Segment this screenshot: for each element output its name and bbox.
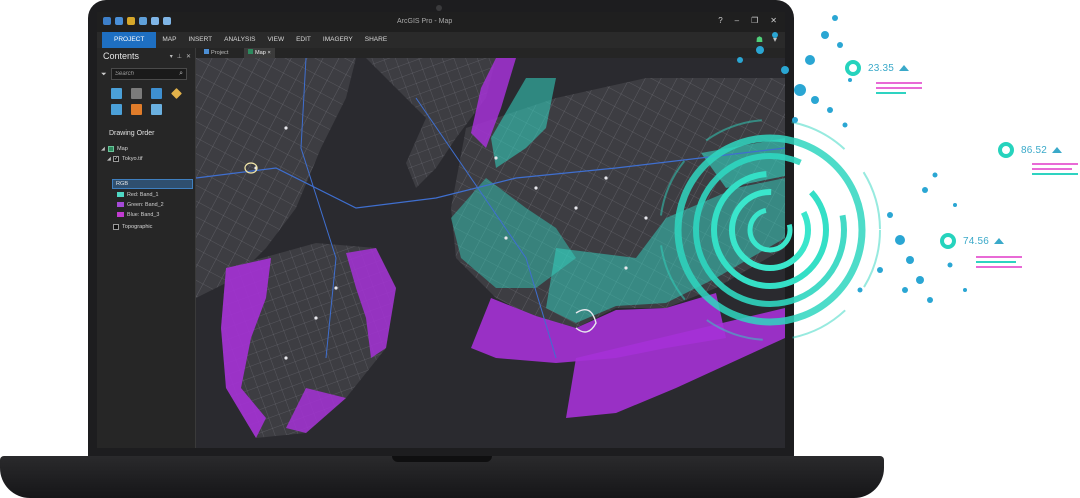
tree-label-layer: Tokyo.tif bbox=[122, 156, 143, 162]
basemap-visibility-checkbox[interactable] bbox=[113, 224, 119, 230]
drawing-order-label: Drawing Order bbox=[109, 130, 155, 137]
contents-title: Contents bbox=[103, 51, 140, 61]
camera-icon bbox=[436, 5, 442, 11]
contents-header: Contents ▾ ⊥ ✕ bbox=[97, 48, 195, 64]
minimize-icon[interactable]: – bbox=[735, 16, 739, 25]
project-icon bbox=[204, 49, 209, 54]
ring-icon bbox=[845, 60, 861, 76]
window-controls: ? – ❐ ✕ bbox=[718, 16, 777, 25]
tab-project-view-label: Project bbox=[211, 50, 229, 56]
trend-up-icon bbox=[1052, 147, 1063, 153]
band-swatch bbox=[117, 212, 124, 218]
band-swatch bbox=[117, 192, 124, 198]
ribbon-tabs: PROJECT MAP INSERT ANALYSIS VIEW EDIT IM… bbox=[97, 32, 785, 48]
laptop-notch bbox=[392, 456, 492, 462]
map-icon bbox=[108, 146, 114, 152]
metric-widget: 74.56 bbox=[940, 233, 1005, 249]
pin-icon[interactable]: ⊥ bbox=[177, 53, 182, 60]
tree-node-map[interactable]: ◢ Map bbox=[97, 144, 195, 154]
title-bar: ArcGIS Pro - Map ? – ❐ ✕ bbox=[97, 12, 785, 32]
signin-icon[interactable]: ☗ bbox=[756, 35, 763, 44]
window-title: ArcGIS Pro - Map bbox=[397, 18, 453, 25]
tab-map[interactable]: MAP bbox=[156, 32, 182, 48]
layer-tree: ◢ Map ◢ ✓ Tokyo.tif bbox=[97, 144, 195, 164]
close-icon[interactable]: ✕ bbox=[770, 16, 777, 25]
app-icon[interactable] bbox=[103, 17, 111, 25]
contents-search: ⌕ bbox=[111, 68, 187, 80]
view-tabs: Project Map × bbox=[196, 48, 785, 58]
tab-view[interactable]: VIEW bbox=[261, 32, 290, 48]
save-icon[interactable] bbox=[139, 17, 147, 25]
tab-project-view[interactable]: Project bbox=[200, 48, 232, 58]
pane-controls: ▾ ⊥ ✕ bbox=[170, 53, 191, 60]
tab-analysis[interactable]: ANALYSIS bbox=[218, 32, 261, 48]
metric-value: 74.56 bbox=[963, 236, 990, 247]
tab-insert[interactable]: INSERT bbox=[182, 32, 218, 48]
open-icon[interactable] bbox=[127, 17, 135, 25]
undo-icon[interactable] bbox=[151, 17, 159, 25]
list-by-perspective-icon[interactable] bbox=[151, 104, 162, 115]
tab-map-view[interactable]: Map × bbox=[244, 48, 275, 58]
layer-visibility-checkbox[interactable]: ✓ bbox=[113, 156, 119, 162]
tab-share[interactable]: SHARE bbox=[359, 32, 393, 48]
list-by-drawing-order-icon[interactable] bbox=[111, 88, 122, 99]
tab-project[interactable]: PROJECT bbox=[102, 32, 157, 48]
list-by-selection-icon[interactable] bbox=[151, 88, 162, 99]
search-icon[interactable]: ⌕ bbox=[179, 69, 183, 79]
band-blue: Blue: Band_3 bbox=[117, 211, 159, 219]
search-input[interactable] bbox=[112, 69, 178, 79]
metric-sparklines bbox=[1032, 163, 1078, 178]
tab-map-view-label: Map bbox=[255, 50, 266, 56]
app-window: ArcGIS Pro - Map ? – ❐ ✕ PROJECT MAP INS… bbox=[97, 12, 785, 448]
tree-label-map: Map bbox=[117, 146, 128, 152]
band-label: Green: Band_2 bbox=[127, 202, 164, 208]
ring-icon bbox=[940, 233, 956, 249]
pane-close-icon[interactable]: ✕ bbox=[186, 53, 191, 60]
metric-value: 23.35 bbox=[868, 63, 895, 74]
tree-node-basemap[interactable]: Topographic bbox=[97, 222, 195, 232]
collapse-icon[interactable]: ◢ bbox=[101, 147, 105, 152]
ribbon-menu-icon[interactable]: ▾ bbox=[773, 35, 777, 44]
band-green: Green: Band_2 bbox=[117, 201, 164, 209]
ring-icon bbox=[998, 142, 1014, 158]
restore-icon[interactable]: ❐ bbox=[751, 16, 758, 25]
tab-edit[interactable]: EDIT bbox=[290, 32, 317, 48]
redo-icon[interactable] bbox=[163, 17, 171, 25]
collapse-icon[interactable]: ◢ bbox=[107, 157, 111, 162]
band-label: Blue: Band_3 bbox=[127, 212, 160, 218]
ribbon-right-tools: ☗ ▾ bbox=[756, 35, 777, 44]
band-red: Red: Band_1 bbox=[117, 191, 158, 199]
list-by-source-icon[interactable] bbox=[131, 88, 142, 99]
quick-access-toolbar bbox=[103, 17, 171, 25]
new-project-icon[interactable] bbox=[115, 17, 123, 25]
tree-label-basemap: Topographic bbox=[122, 224, 153, 230]
contents-tools bbox=[111, 88, 183, 115]
filter-icon[interactable]: ⏷ bbox=[101, 71, 108, 78]
tab-close-icon[interactable]: × bbox=[267, 50, 270, 56]
map-icon bbox=[248, 49, 253, 54]
band-label: Red: Band_1 bbox=[127, 192, 159, 198]
map-svg bbox=[196, 58, 785, 448]
tree-node-layer[interactable]: ◢ ✓ Tokyo.tif bbox=[97, 154, 195, 164]
metric-sparklines bbox=[976, 256, 1022, 271]
laptop-base bbox=[0, 456, 884, 498]
map-canvas[interactable] bbox=[196, 58, 785, 448]
metric-sparklines bbox=[876, 82, 922, 97]
trend-up-icon bbox=[994, 238, 1005, 244]
list-by-labeling-icon[interactable] bbox=[131, 104, 142, 115]
rgb-symbology-row[interactable]: RGB bbox=[112, 179, 193, 189]
list-by-editing-icon[interactable] bbox=[171, 88, 182, 99]
trend-up-icon bbox=[899, 65, 910, 71]
metric-widget: 86.52 bbox=[998, 142, 1063, 158]
list-by-snapping-icon[interactable] bbox=[111, 104, 122, 115]
metric-widget: 23.35 bbox=[845, 60, 910, 76]
help-icon[interactable]: ? bbox=[718, 16, 722, 25]
metric-value: 86.52 bbox=[1021, 145, 1048, 156]
contents-search-row: ⏷ ⌕ bbox=[101, 68, 187, 80]
tab-imagery[interactable]: IMAGERY bbox=[317, 32, 359, 48]
band-swatch bbox=[117, 202, 124, 208]
pane-options-icon[interactable]: ▾ bbox=[170, 53, 173, 60]
contents-pane: Contents ▾ ⊥ ✕ ⏷ ⌕ Drawing Order bbox=[97, 48, 196, 448]
